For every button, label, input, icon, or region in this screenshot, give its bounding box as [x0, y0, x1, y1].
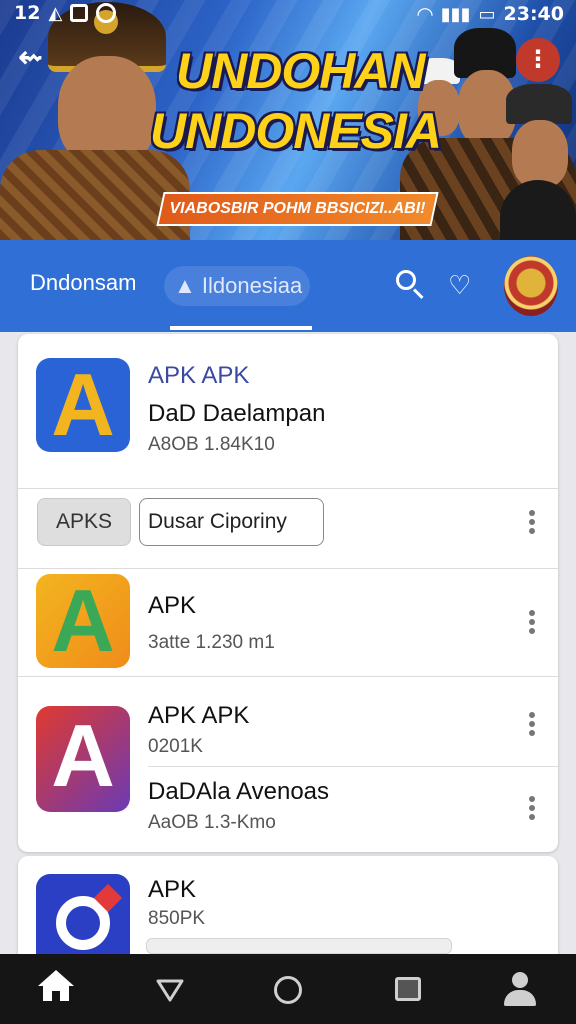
- row-more-icon[interactable]: [522, 794, 542, 824]
- list-item-meta: AaOB 1.3-Kmo: [148, 812, 276, 833]
- featured-app-title: APK APK: [148, 362, 250, 389]
- divider: [18, 488, 558, 489]
- featured-app-icon[interactable]: A: [36, 358, 130, 452]
- app-icon[interactable]: A: [36, 574, 130, 668]
- home-circle-icon[interactable]: [266, 968, 310, 1012]
- banner-title-line1: UNDOHAN: [176, 43, 426, 99]
- navigation-bar: [0, 954, 576, 1024]
- featured-app-name[interactable]: DaD Daelampan: [148, 400, 325, 428]
- banner-person-right: [500, 80, 576, 240]
- signal-icon: ▮▮▮: [440, 3, 471, 25]
- share-back-icon[interactable]: ⇜: [18, 40, 43, 75]
- list-item-title[interactable]: DaDAla Avenoas: [148, 778, 329, 806]
- banner-title-line2: UNDONESIA: [150, 103, 442, 159]
- more-options-icon[interactable]: ⋮: [516, 38, 560, 82]
- back-icon[interactable]: [148, 968, 192, 1012]
- app-bar: Dndonsam ▲ Ildonesiaa ♡: [0, 240, 576, 332]
- app-name: Dndonsam: [30, 270, 137, 295]
- home-icon[interactable]: [34, 968, 78, 1012]
- row-more-icon[interactable]: [522, 608, 542, 638]
- featured-app-meta: A8OB 1.84K10: [148, 434, 275, 455]
- chip-category[interactable]: Dusar Ciporiny: [139, 498, 324, 546]
- recents-icon[interactable]: [386, 968, 430, 1012]
- profile-icon[interactable]: [498, 968, 542, 1012]
- list-item-meta: 850PK: [148, 908, 206, 929]
- list-item-meta: 0201K: [148, 736, 203, 757]
- settings-notification-icon: [96, 3, 117, 23]
- notification-icon: ◭: [48, 2, 63, 24]
- notification-heart-icon[interactable]: ♡: [448, 266, 488, 306]
- battery-icon: ▭: [478, 3, 496, 25]
- install-progress-bar: [146, 938, 452, 954]
- active-tab-indicator: [170, 326, 312, 330]
- status-left-text: 12: [14, 2, 41, 24]
- search-field[interactable]: ▲ Ildonesiaa: [164, 266, 310, 306]
- divider: [148, 766, 558, 767]
- divider: [18, 568, 558, 569]
- list-item-meta: 3atte 1.230 m1: [148, 632, 275, 653]
- garuda-emblem-icon[interactable]: [504, 256, 558, 316]
- status-bar: 12 ◭ ◠ ▮▮▮ ▭ 23:40: [0, 0, 576, 28]
- list-item-title[interactable]: APK: [148, 592, 196, 620]
- row-more-icon[interactable]: [522, 508, 542, 538]
- promo-banner[interactable]: ⇜ UNDOHAN UNDONESIA VIABOSBIR POHM BBSIC…: [0, 0, 576, 240]
- divider: [18, 676, 558, 677]
- list-item-title[interactable]: APK: [148, 876, 196, 904]
- app-icon[interactable]: A: [36, 706, 130, 812]
- search-icon[interactable]: [392, 266, 432, 306]
- chip-apks[interactable]: APKS: [37, 498, 131, 546]
- banner-ribbon: VIABOSBIR POHM BBSICIZI..ABI!: [156, 192, 439, 226]
- search-field-text: Ildonesiaa: [201, 273, 303, 298]
- list-item-title[interactable]: APK APK: [148, 702, 249, 730]
- wifi-icon: ◠: [417, 2, 433, 26]
- row-more-icon[interactable]: [522, 710, 542, 740]
- search-pill-icon: ▲: [174, 273, 202, 298]
- gallery-notification-icon: [70, 4, 89, 22]
- status-time: 23:40: [503, 3, 564, 25]
- banner-ribbon-text: VIABOSBIR POHM BBSICIZI..ABI!: [169, 200, 426, 217]
